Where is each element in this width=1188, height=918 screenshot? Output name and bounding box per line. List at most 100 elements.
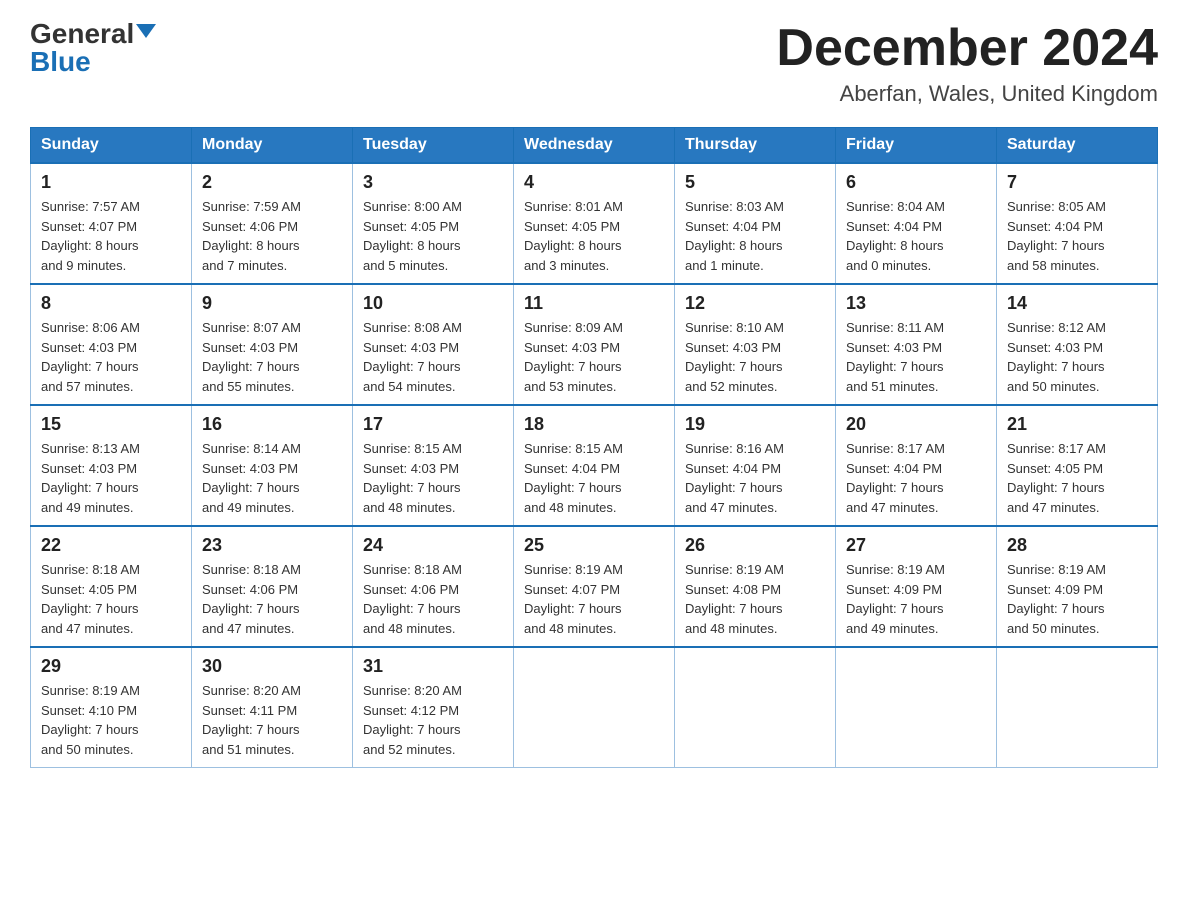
day-number: 24 — [363, 535, 503, 556]
day-info: Sunrise: 8:19 AM Sunset: 4:07 PM Dayligh… — [524, 560, 664, 638]
page-header: General Blue December 2024 Aberfan, Wale… — [30, 20, 1158, 107]
day-cell-11: 11 Sunrise: 8:09 AM Sunset: 4:03 PM Dayli… — [514, 284, 675, 405]
day-cell-4: 4 Sunrise: 8:01 AM Sunset: 4:05 PM Daylig… — [514, 163, 675, 284]
day-info: Sunrise: 8:00 AM Sunset: 4:05 PM Dayligh… — [363, 197, 503, 275]
day-number: 1 — [41, 172, 181, 193]
day-cell-21: 21 Sunrise: 8:17 AM Sunset: 4:05 PM Dayli… — [997, 405, 1158, 526]
day-cell-8: 8Sunrise: 8:06 AM Sunset: 4:03 PM Daylig… — [31, 284, 192, 405]
day-cell-6: 6 Sunrise: 8:04 AM Sunset: 4:04 PM Daylig… — [836, 163, 997, 284]
day-number: 8 — [41, 293, 181, 314]
weekday-header-row: SundayMondayTuesdayWednesdayThursdayFrid… — [31, 128, 1158, 164]
day-number: 18 — [524, 414, 664, 435]
day-cell-22: 22Sunrise: 8:18 AM Sunset: 4:05 PM Dayli… — [31, 526, 192, 647]
weekday-header-saturday: Saturday — [997, 128, 1158, 164]
day-number: 30 — [202, 656, 342, 677]
title-block: December 2024 Aberfan, Wales, United Kin… — [776, 20, 1158, 107]
day-number: 14 — [1007, 293, 1147, 314]
day-info: Sunrise: 8:01 AM Sunset: 4:05 PM Dayligh… — [524, 197, 664, 275]
week-row-3: 15 Sunrise: 8:13 AM Sunset: 4:03 PM Dayli… — [31, 405, 1158, 526]
weekday-header-tuesday: Tuesday — [353, 128, 514, 164]
day-number: 3 — [363, 172, 503, 193]
week-row-4: 22Sunrise: 8:18 AM Sunset: 4:05 PM Dayli… — [31, 526, 1158, 647]
day-cell-15: 15 Sunrise: 8:13 AM Sunset: 4:03 PM Dayli… — [31, 405, 192, 526]
day-info: Sunrise: 7:59 AM Sunset: 4:06 PM Dayligh… — [202, 197, 342, 275]
day-number: 22 — [41, 535, 181, 556]
empty-cell — [997, 647, 1158, 768]
day-number: 4 — [524, 172, 664, 193]
day-cell-19: 19 Sunrise: 8:16 AM Sunset: 4:04 PM Dayli… — [675, 405, 836, 526]
day-number: 21 — [1007, 414, 1147, 435]
day-number: 15 — [41, 414, 181, 435]
day-info: Sunrise: 8:14 AM Sunset: 4:03 PM Dayligh… — [202, 439, 342, 517]
day-cell-5: 5 Sunrise: 8:03 AM Sunset: 4:04 PM Daylig… — [675, 163, 836, 284]
day-cell-25: 25 Sunrise: 8:19 AM Sunset: 4:07 PM Dayli… — [514, 526, 675, 647]
logo-triangle-icon — [136, 24, 156, 38]
day-info: Sunrise: 8:19 AM Sunset: 4:08 PM Dayligh… — [685, 560, 825, 638]
day-cell-20: 20Sunrise: 8:17 AM Sunset: 4:04 PM Dayli… — [836, 405, 997, 526]
day-info: Sunrise: 8:04 AM Sunset: 4:04 PM Dayligh… — [846, 197, 986, 275]
month-title: December 2024 — [776, 20, 1158, 77]
day-number: 23 — [202, 535, 342, 556]
week-row-5: 29 Sunrise: 8:19 AM Sunset: 4:10 PM Dayli… — [31, 647, 1158, 768]
day-cell-26: 26Sunrise: 8:19 AM Sunset: 4:08 PM Dayli… — [675, 526, 836, 647]
day-cell-17: 17 Sunrise: 8:15 AM Sunset: 4:03 PM Dayli… — [353, 405, 514, 526]
day-number: 17 — [363, 414, 503, 435]
weekday-header-thursday: Thursday — [675, 128, 836, 164]
day-info: Sunrise: 8:12 AM Sunset: 4:03 PM Dayligh… — [1007, 318, 1147, 396]
day-info: Sunrise: 7:57 AM Sunset: 4:07 PM Dayligh… — [41, 197, 181, 275]
empty-cell — [675, 647, 836, 768]
day-cell-30: 30 Sunrise: 8:20 AM Sunset: 4:11 PM Dayli… — [192, 647, 353, 768]
day-cell-16: 16Sunrise: 8:14 AM Sunset: 4:03 PM Dayli… — [192, 405, 353, 526]
day-number: 29 — [41, 656, 181, 677]
day-info: Sunrise: 8:20 AM Sunset: 4:12 PM Dayligh… — [363, 681, 503, 759]
calendar-table: SundayMondayTuesdayWednesdayThursdayFrid… — [30, 127, 1158, 768]
day-number: 20 — [846, 414, 986, 435]
day-cell-24: 24Sunrise: 8:18 AM Sunset: 4:06 PM Dayli… — [353, 526, 514, 647]
day-number: 5 — [685, 172, 825, 193]
week-row-2: 8Sunrise: 8:06 AM Sunset: 4:03 PM Daylig… — [31, 284, 1158, 405]
day-info: Sunrise: 8:07 AM Sunset: 4:03 PM Dayligh… — [202, 318, 342, 396]
day-cell-13: 13 Sunrise: 8:11 AM Sunset: 4:03 PM Dayli… — [836, 284, 997, 405]
day-info: Sunrise: 8:13 AM Sunset: 4:03 PM Dayligh… — [41, 439, 181, 517]
day-number: 11 — [524, 293, 664, 314]
day-number: 13 — [846, 293, 986, 314]
location-title: Aberfan, Wales, United Kingdom — [776, 81, 1158, 107]
day-number: 12 — [685, 293, 825, 314]
day-cell-14: 14 Sunrise: 8:12 AM Sunset: 4:03 PM Dayli… — [997, 284, 1158, 405]
day-info: Sunrise: 8:19 AM Sunset: 4:10 PM Dayligh… — [41, 681, 181, 759]
day-info: Sunrise: 8:09 AM Sunset: 4:03 PM Dayligh… — [524, 318, 664, 396]
day-info: Sunrise: 8:19 AM Sunset: 4:09 PM Dayligh… — [846, 560, 986, 638]
day-info: Sunrise: 8:16 AM Sunset: 4:04 PM Dayligh… — [685, 439, 825, 517]
day-number: 6 — [846, 172, 986, 193]
logo-blue: Blue — [30, 48, 91, 76]
day-number: 7 — [1007, 172, 1147, 193]
day-cell-9: 9 Sunrise: 8:07 AM Sunset: 4:03 PM Daylig… — [192, 284, 353, 405]
logo-general: General — [30, 20, 134, 48]
day-info: Sunrise: 8:11 AM Sunset: 4:03 PM Dayligh… — [846, 318, 986, 396]
day-cell-3: 3 Sunrise: 8:00 AM Sunset: 4:05 PM Daylig… — [353, 163, 514, 284]
day-info: Sunrise: 8:15 AM Sunset: 4:03 PM Dayligh… — [363, 439, 503, 517]
day-number: 9 — [202, 293, 342, 314]
day-info: Sunrise: 8:15 AM Sunset: 4:04 PM Dayligh… — [524, 439, 664, 517]
day-cell-2: 2 Sunrise: 7:59 AM Sunset: 4:06 PM Daylig… — [192, 163, 353, 284]
day-info: Sunrise: 8:03 AM Sunset: 4:04 PM Dayligh… — [685, 197, 825, 275]
day-cell-1: 1 Sunrise: 7:57 AM Sunset: 4:07 PM Daylig… — [31, 163, 192, 284]
empty-cell — [514, 647, 675, 768]
weekday-header-sunday: Sunday — [31, 128, 192, 164]
week-row-1: 1 Sunrise: 7:57 AM Sunset: 4:07 PM Daylig… — [31, 163, 1158, 284]
day-number: 2 — [202, 172, 342, 193]
day-cell-18: 18 Sunrise: 8:15 AM Sunset: 4:04 PM Dayli… — [514, 405, 675, 526]
day-cell-10: 10Sunrise: 8:08 AM Sunset: 4:03 PM Dayli… — [353, 284, 514, 405]
day-info: Sunrise: 8:20 AM Sunset: 4:11 PM Dayligh… — [202, 681, 342, 759]
day-cell-23: 23 Sunrise: 8:18 AM Sunset: 4:06 PM Dayli… — [192, 526, 353, 647]
weekday-header-monday: Monday — [192, 128, 353, 164]
day-info: Sunrise: 8:17 AM Sunset: 4:05 PM Dayligh… — [1007, 439, 1147, 517]
day-cell-29: 29 Sunrise: 8:19 AM Sunset: 4:10 PM Dayli… — [31, 647, 192, 768]
day-info: Sunrise: 8:08 AM Sunset: 4:03 PM Dayligh… — [363, 318, 503, 396]
day-info: Sunrise: 8:18 AM Sunset: 4:06 PM Dayligh… — [202, 560, 342, 638]
weekday-header-friday: Friday — [836, 128, 997, 164]
day-number: 19 — [685, 414, 825, 435]
day-number: 28 — [1007, 535, 1147, 556]
day-number: 25 — [524, 535, 664, 556]
day-cell-12: 12Sunrise: 8:10 AM Sunset: 4:03 PM Dayli… — [675, 284, 836, 405]
